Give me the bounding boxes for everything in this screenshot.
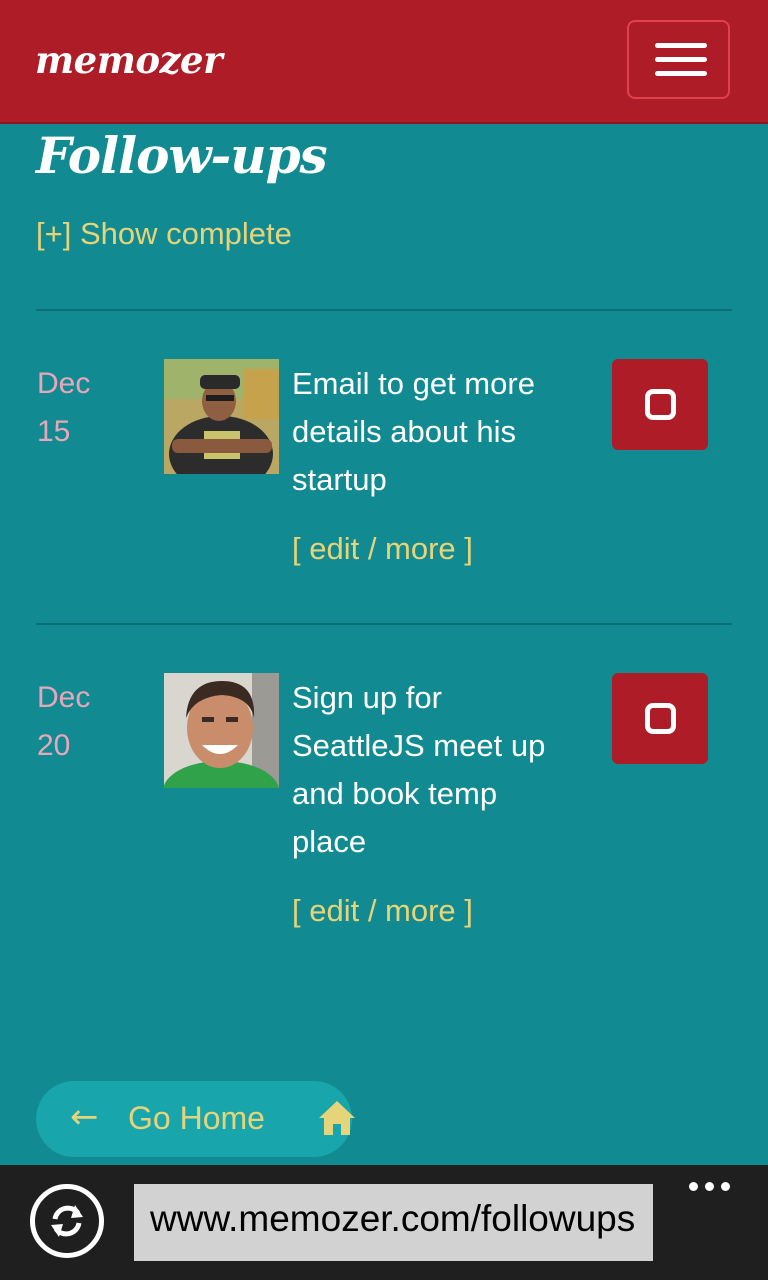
checkbox-icon	[645, 703, 676, 734]
navbar: memozer	[0, 0, 768, 124]
brand-logo[interactable]: memozer	[35, 38, 223, 82]
hamburger-icon	[655, 57, 707, 62]
go-home-label: Go Home	[128, 1100, 265, 1136]
complete-checkbox-button[interactable]	[612, 673, 708, 764]
followup-text: Sign up for SeattleJS meet up and book t…	[292, 680, 546, 859]
hamburger-icon	[655, 43, 707, 48]
url-field[interactable]: www.memozer.com/followups	[134, 1184, 653, 1261]
date-day: 15	[37, 415, 71, 448]
menu-button[interactable]	[627, 20, 730, 99]
followup-text: Email to get more details about his star…	[292, 366, 535, 497]
edit-more-link[interactable]: [ edit / more ]	[292, 893, 473, 929]
contact-avatar[interactable]	[164, 359, 279, 474]
home-icon	[319, 1101, 355, 1135]
divider	[36, 623, 732, 625]
date-day: 20	[37, 729, 71, 762]
date-month: Dec	[37, 681, 91, 714]
refresh-icon	[51, 1205, 83, 1237]
back-arrow-icon: ←	[70, 1097, 99, 1137]
edit-more-link[interactable]: [ edit / more ]	[292, 531, 473, 567]
divider	[36, 309, 732, 311]
followup-date: Dec 20	[37, 674, 90, 770]
contact-avatar[interactable]	[164, 673, 279, 788]
checkbox-icon	[645, 389, 676, 420]
date-month: Dec	[37, 367, 91, 400]
hamburger-icon	[655, 71, 707, 76]
page-title: Follow-ups	[36, 126, 328, 185]
followup-date: Dec 15	[37, 360, 90, 456]
complete-checkbox-button[interactable]	[612, 359, 708, 450]
refresh-button[interactable]	[30, 1184, 104, 1258]
go-home-button[interactable]: ← Go Home	[36, 1081, 355, 1157]
url-text: www.memozer.com/followups	[150, 1198, 636, 1239]
show-complete-link[interactable]: [+] Show complete	[36, 216, 292, 252]
browser-address-bar: www.memozer.com/followups	[0, 1165, 768, 1280]
more-dots-icon[interactable]	[686, 1179, 736, 1193]
